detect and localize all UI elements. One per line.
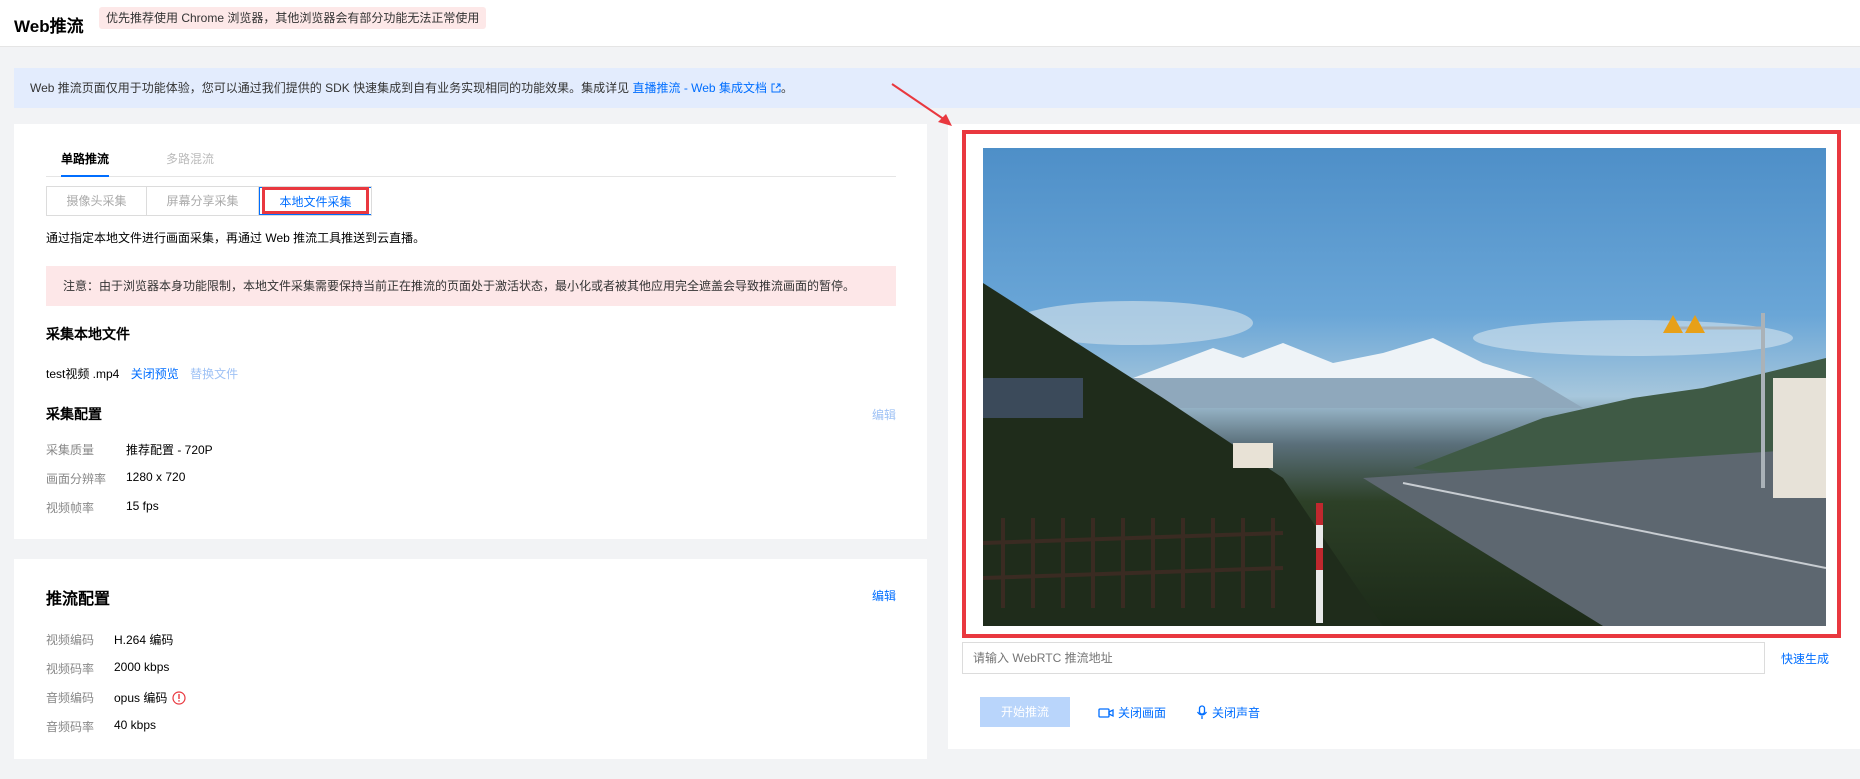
close-audio-label: 关闭声音	[1212, 706, 1261, 720]
page-title: Web推流	[14, 17, 84, 36]
config-value: H.264 编码	[114, 633, 174, 647]
close-preview-link[interactable]: 关闭预览	[131, 367, 179, 381]
tab-multi-mix[interactable]: 多路混流	[166, 151, 214, 177]
config-value: 1280 x 720	[126, 470, 186, 484]
camera-icon	[1098, 707, 1114, 718]
capture-config-title: 采集配置	[46, 406, 102, 422]
close-audio-button[interactable]: 关闭声音	[1196, 704, 1260, 721]
stream-config-edit-link[interactable]: 编辑	[872, 587, 896, 604]
notice-text: Web 推流页面仅用于功能体验，您可以通过我们提供的 SDK 快速集成到自有业务…	[30, 81, 630, 95]
config-label: 画面分辨率	[46, 472, 107, 486]
annotation-arrow-icon	[891, 83, 952, 126]
config-value: 15 fps	[126, 499, 159, 513]
start-stream-button[interactable]: 开始推流	[980, 697, 1070, 727]
quick-generate-link[interactable]: 快速生成	[1781, 650, 1829, 667]
warning-info-icon[interactable]	[172, 691, 186, 705]
config-value: opus 编码	[114, 689, 186, 706]
capture-alert: 注意：由于浏览器本身功能限制，本地文件采集需要保持当前正在推流的页面处于激活状态…	[46, 266, 896, 306]
stream-mode-tabs: 单路推流 多路混流	[46, 151, 896, 177]
config-label: 采集质量	[46, 443, 95, 457]
notice-suffix: 。	[780, 81, 793, 95]
capture-mode-screen[interactable]: 屏幕分享采集	[147, 187, 259, 215]
capture-config-edit-link[interactable]: 编辑	[872, 406, 896, 423]
config-label: 音频编码	[46, 691, 95, 705]
config-label: 视频编码	[46, 633, 95, 647]
capture-description: 通过指定本地文件进行画面采集，再通过 Web 推流工具推送到云直播。	[46, 231, 426, 245]
file-row: test视频 .mp4 关闭预览 替换文件	[46, 365, 238, 382]
config-value: 40 kbps	[114, 718, 157, 732]
config-label: 视频帧率	[46, 501, 95, 515]
capture-mode-camera[interactable]: 摄像头采集	[47, 187, 147, 215]
capture-card: 单路推流 多路混流 摄像头采集 屏幕分享采集 本地文件采集 通过指定本地文件进行…	[14, 124, 927, 539]
microphone-icon	[1196, 705, 1208, 719]
integration-doc-link[interactable]: 直播推流 - Web 集成文档	[632, 81, 781, 95]
replace-file-link[interactable]: 替换文件	[190, 367, 238, 381]
webrtc-url-input[interactable]	[962, 642, 1765, 674]
tab-single-stream[interactable]: 单路推流	[61, 151, 110, 177]
close-video-label: 关闭画面	[1118, 706, 1167, 720]
browser-warning-badge: 优先推荐使用 Chrome 浏览器，其他浏览器会有部分功能无法正常使用	[99, 7, 487, 29]
config-value: 推荐配置 - 720P	[126, 443, 213, 457]
stream-config-title: 推流配置	[46, 591, 111, 608]
top-bar: Web推流 优先推荐使用 Chrome 浏览器，其他浏览器会有部分功能无法正常使…	[0, 0, 1860, 47]
config-value: 2000 kbps	[114, 660, 170, 674]
config-label: 视频码率	[46, 662, 95, 676]
file-name: test视频 .mp4	[46, 367, 120, 381]
preview-highlight-box	[962, 130, 1841, 638]
stream-config-card: 推流配置 编辑 视频编码 H.264 编码 视频码率 2000 kbps 音频编…	[14, 559, 927, 759]
highlight-box	[262, 187, 369, 214]
file-section-title: 采集本地文件	[46, 326, 130, 342]
external-link-icon	[771, 83, 781, 93]
close-video-button[interactable]: 关闭画面	[1098, 704, 1166, 721]
config-label: 音频码率	[46, 720, 95, 734]
